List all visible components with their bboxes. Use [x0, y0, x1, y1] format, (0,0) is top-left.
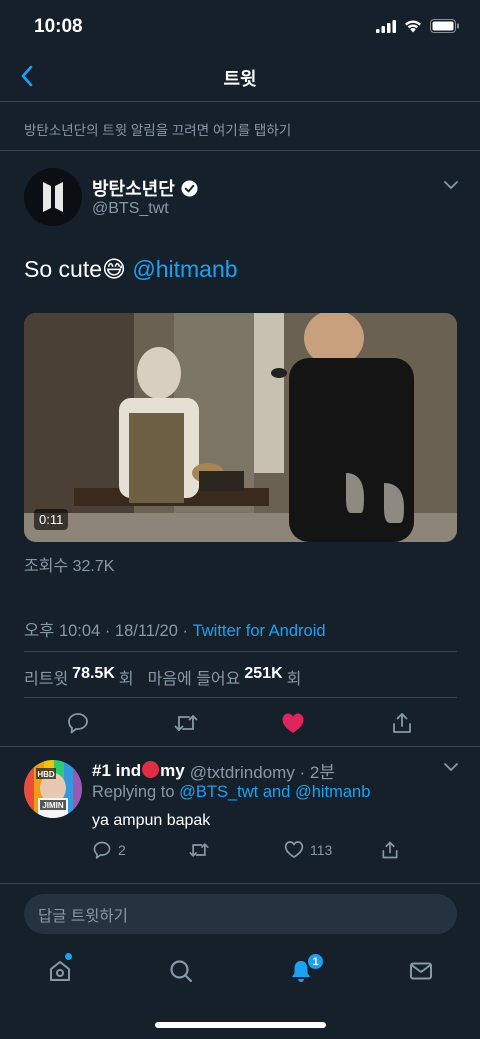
- retweet-icon: [174, 715, 198, 731]
- reply-name-suffix: my: [160, 760, 185, 780]
- author-name[interactable]: 방탄소년단: [92, 175, 198, 201]
- tab-search[interactable]: [165, 955, 197, 987]
- notification-badge: 1: [306, 952, 325, 971]
- tweet-menu-button[interactable]: [442, 178, 460, 197]
- signal-icon: [376, 19, 396, 33]
- video-duration: 0:11: [34, 509, 69, 530]
- author-handle[interactable]: @BTS_twt: [92, 200, 169, 218]
- tweet-video[interactable]: [24, 313, 457, 542]
- tweet-timestamp: 오후 10:04 · 18/11/20 · Twitter for Androi…: [24, 617, 326, 641]
- reply-button[interactable]: [62, 707, 94, 739]
- reply-like-count: 113: [310, 841, 333, 858]
- bts-logo: [43, 182, 63, 212]
- mail-icon: [410, 962, 432, 980]
- replying-and: and: [258, 783, 295, 801]
- heart-outline-icon: [284, 841, 304, 858]
- timestamp-text: 오후 10:04 · 18/11/20 ·: [24, 622, 193, 640]
- wifi-icon: [405, 20, 421, 33]
- likes-label: 마음에 들어요: [147, 671, 241, 688]
- avatar-text-bottom: JIMIN: [42, 801, 64, 810]
- reply-reply-count: 2: [118, 842, 126, 858]
- reply-author-name[interactable]: #1 ind my: [92, 760, 185, 781]
- likes-suffix: 회: [286, 671, 302, 688]
- retweets-label: 리트윗: [24, 671, 69, 688]
- home-unread-dot: [65, 953, 72, 960]
- tab-messages[interactable]: [405, 955, 437, 987]
- tweet-text: So cute😅 @hitmanb: [24, 256, 238, 283]
- replying-mention-2[interactable]: @hitmanb: [295, 783, 370, 801]
- reply-retweet-button[interactable]: [188, 840, 210, 860]
- share-icon: [393, 713, 411, 733]
- tweet-body: So cute😅: [24, 256, 126, 282]
- reply-text: ya ampun bapak: [92, 812, 211, 829]
- like-button[interactable]: [277, 707, 309, 739]
- author-name-text: 방탄소년단: [92, 179, 175, 199]
- nav-bar: 트윗: [0, 52, 480, 102]
- tweet-stats: 리트윗 78.5K 회 마음에 들어요 251K 회: [24, 665, 301, 689]
- heart-icon: [282, 713, 304, 733]
- chevron-down-icon: [444, 763, 458, 772]
- reply-icon: [68, 713, 88, 734]
- mention-link[interactable]: @hitmanb: [132, 256, 237, 282]
- likes-count[interactable]: 251K: [244, 665, 282, 689]
- retweets-count[interactable]: 78.5K: [72, 665, 115, 689]
- divider: [0, 883, 480, 884]
- battery-icon: [430, 19, 459, 33]
- retweet-button[interactable]: [170, 707, 202, 739]
- red-circle-icon: [142, 760, 160, 778]
- reply-avatar-image: HBD JIMIN: [24, 760, 82, 818]
- reply-avatar[interactable]: HBD JIMIN: [24, 760, 82, 818]
- replying-prefix: Replying to: [92, 783, 180, 801]
- retweet-icon: [189, 843, 209, 857]
- reply-icon: [93, 841, 111, 859]
- replying-to: Replying to @BTS_twt and @hitmanb: [92, 783, 370, 802]
- reply-compose-input[interactable]: 답글 트윗하기: [24, 894, 457, 934]
- divider: [24, 651, 457, 652]
- status-icons: [376, 19, 460, 33]
- home-indicator[interactable]: [155, 1022, 326, 1028]
- reply-like-button[interactable]: 113: [284, 840, 332, 859]
- avatar-text-top: HBD: [37, 770, 55, 779]
- reply-reply-button[interactable]: 2: [92, 840, 126, 860]
- source-link[interactable]: Twitter for Android: [193, 622, 326, 640]
- page-title: 트윗: [223, 69, 257, 89]
- reply-compose-placeholder: 답글 트윗하기: [38, 908, 128, 925]
- retweets-suffix: 회: [118, 671, 134, 688]
- reply-share-button[interactable]: [380, 840, 400, 860]
- reply-handle-time: @txtdrindomy · 2분: [189, 763, 336, 782]
- reply-menu-button[interactable]: [442, 760, 460, 779]
- replying-mention-1[interactable]: @BTS_twt: [179, 783, 258, 801]
- status-time: 10:08: [34, 16, 83, 37]
- divider: [0, 150, 480, 151]
- reply-actions: 2 113: [92, 840, 412, 862]
- search-icon: [170, 960, 193, 983]
- view-count: 조회수 32.7K: [24, 558, 115, 575]
- divider: [24, 697, 457, 698]
- tab-home[interactable]: [44, 955, 76, 987]
- home-icon: [50, 961, 70, 981]
- video-thumbnail: [24, 313, 457, 542]
- notification-banner[interactable]: 방탄소년단의 트윗 알림을 끄려면 여기를 탭하기: [24, 119, 291, 139]
- reply-name-prefix: #1 ind: [92, 760, 142, 780]
- chevron-down-icon: [444, 181, 458, 190]
- share-icon: [382, 841, 398, 859]
- tweet-actions: [24, 707, 457, 739]
- verified-icon: [181, 179, 198, 197]
- author-avatar[interactable]: [24, 168, 82, 226]
- divider: [0, 746, 480, 747]
- share-button[interactable]: [386, 707, 418, 739]
- reply-header: #1 ind my @txtdrindomy · 2분: [92, 758, 335, 783]
